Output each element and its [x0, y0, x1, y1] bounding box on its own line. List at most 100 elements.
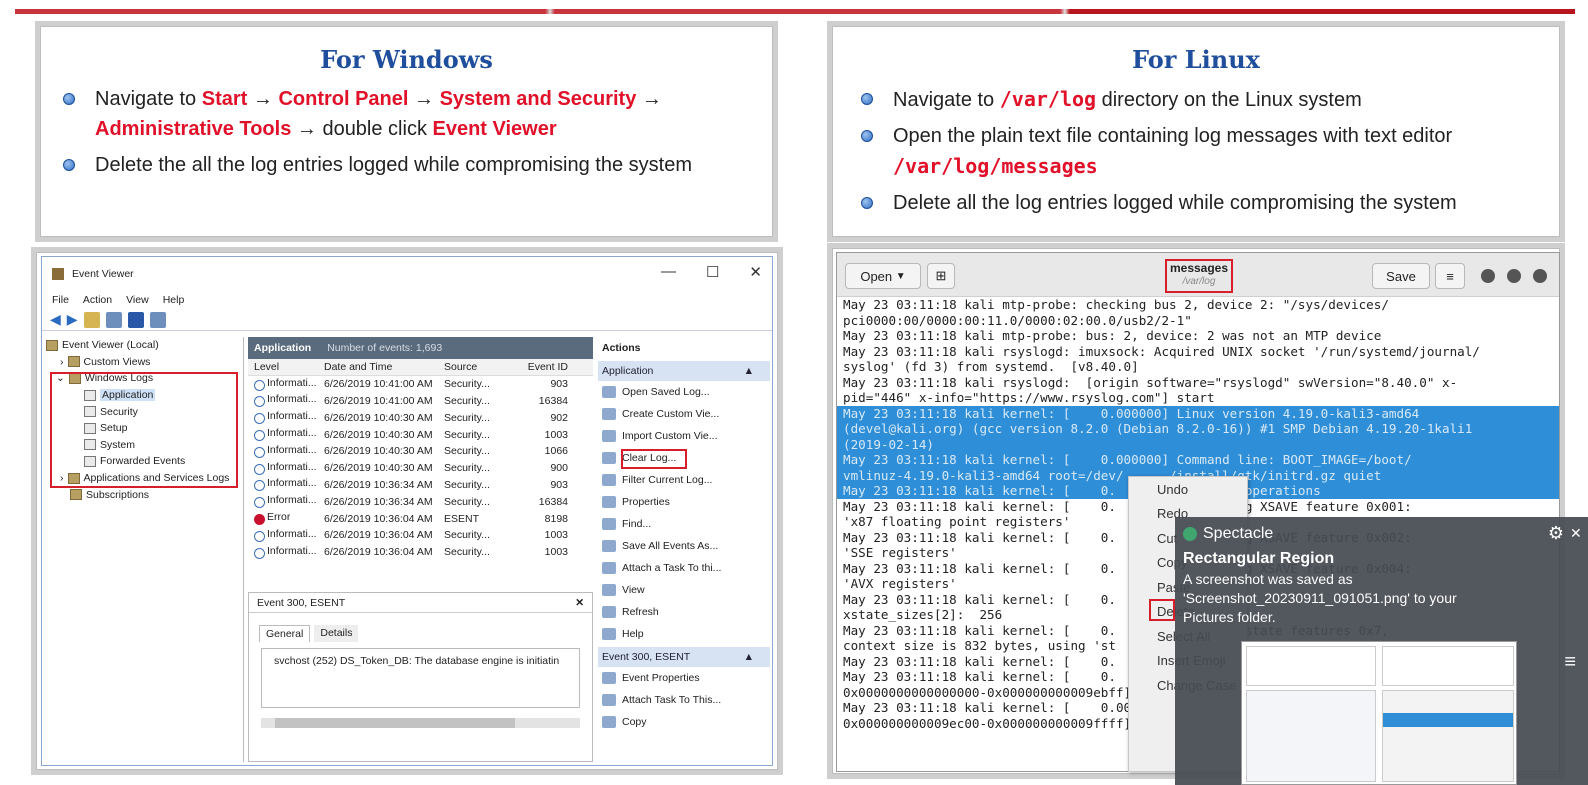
- actions-section-event[interactable]: Event 300, ESENT ▲: [598, 647, 770, 667]
- action-item[interactable]: Save All Events As...: [598, 535, 770, 557]
- table-row[interactable]: Informati... 6/26/2019 10:41:00 AM Securit…: [248, 376, 593, 393]
- maximize-icon[interactable]: [1507, 269, 1521, 283]
- table-header: Level Date and Time Source Event ID: [248, 359, 593, 376]
- log-line: pid="446" x-info="https://www.rsyslog.co…: [843, 390, 1215, 405]
- tree-event-viewer-local[interactable]: Event Viewer (Local): [46, 337, 243, 354]
- overflow-menu-icon[interactable]: ≡: [1564, 651, 1576, 674]
- collapse-icon[interactable]: ▲: [744, 365, 754, 377]
- action-item[interactable]: Attach a Task To thi...: [598, 557, 770, 579]
- action-item[interactable]: Open Saved Log...: [598, 381, 770, 403]
- table-row[interactable]: Informati... 6/26/2019 10:40:30 AM Securit…: [248, 409, 593, 426]
- maximize-icon[interactable]: ☐: [706, 263, 719, 281]
- menu-view[interactable]: View: [126, 294, 149, 306]
- log-line: May 23 03:11:18 kali mtp-probe: bus: 2, …: [843, 328, 1382, 343]
- col-event-id[interactable]: Event ID: [508, 361, 568, 373]
- screenshot-thumbnail[interactable]: [1241, 641, 1517, 785]
- action-icon: [602, 540, 616, 552]
- windows-bullet-2: Delete the all the log entries logged wh…: [63, 150, 732, 180]
- table-row[interactable]: Informati... 6/26/2019 10:36:04 AM Securit…: [248, 527, 593, 544]
- action-item[interactable]: Copy: [598, 711, 770, 733]
- new-document-icon: ⊞: [935, 268, 947, 283]
- bullet-icon: [63, 93, 75, 105]
- gear-icon[interactable]: ⚙: [1548, 523, 1564, 544]
- table-row[interactable]: Informati... 6/26/2019 10:36:34 AM Securit…: [248, 493, 593, 510]
- tree-subscriptions[interactable]: Subscriptions: [46, 486, 243, 503]
- table-row[interactable]: Informati... 6/26/2019 10:36:34 AM Securit…: [248, 477, 593, 494]
- info-icon: [254, 396, 265, 408]
- table-row[interactable]: Informati... 6/26/2019 10:36:04 AM Securit…: [248, 544, 593, 561]
- actions-section-application[interactable]: Application ▲: [598, 361, 770, 381]
- menu-file[interactable]: File: [52, 294, 69, 306]
- menu-help[interactable]: Help: [163, 294, 185, 306]
- open-button[interactable]: Open ▼: [845, 263, 921, 289]
- tree-custom-views[interactable]: › Custom Views: [46, 354, 243, 371]
- bullet-icon: [861, 93, 873, 105]
- help-icon[interactable]: [127, 311, 144, 328]
- window-title: Event Viewer: [72, 268, 134, 280]
- action-item[interactable]: Event Properties: [598, 667, 770, 689]
- horizontal-scrollbar[interactable]: [261, 718, 580, 728]
- action-icon: [602, 452, 616, 464]
- table-row[interactable]: Informati... 6/26/2019 10:40:30 AM Securit…: [248, 426, 593, 443]
- forward-arrow-icon[interactable]: ▶: [67, 311, 78, 328]
- tab-details[interactable]: Details: [314, 625, 359, 642]
- minimize-icon[interactable]: —: [661, 263, 676, 281]
- panel-icon[interactable]: [105, 311, 122, 328]
- linux-title: For Linux: [1132, 45, 1260, 74]
- close-icon[interactable]: [1533, 269, 1547, 283]
- menu-action[interactable]: Action: [83, 294, 112, 306]
- toolbar: ◀ ▶: [42, 309, 772, 331]
- table-row[interactable]: Informati... 6/26/2019 10:41:00 AM Securit…: [248, 393, 593, 410]
- action-item[interactable]: Import Custom Vie...: [598, 425, 770, 447]
- event-detail-pane: Event 300, ESENT ✕ General Details svcho…: [248, 592, 593, 762]
- table-row[interactable]: Informati... 6/26/2019 10:40:30 AM Securit…: [248, 443, 593, 460]
- close-icon[interactable]: ✕: [1570, 525, 1580, 542]
- table-row[interactable]: Informati... 6/26/2019 10:40:30 AM Securit…: [248, 460, 593, 477]
- collapse-icon[interactable]: ▲: [744, 651, 754, 663]
- detail-text: svchost (252) DS_Token_DB: The database …: [274, 655, 560, 667]
- save-button[interactable]: Save: [1372, 263, 1430, 289]
- action-item[interactable]: Attach Task To This...: [598, 689, 770, 711]
- windows-logs-highlight: [50, 372, 238, 488]
- minimize-icon[interactable]: [1481, 269, 1495, 283]
- col-level[interactable]: Level: [248, 361, 324, 373]
- action-item[interactable]: View: [598, 579, 770, 601]
- close-icon[interactable]: ✕: [749, 263, 762, 281]
- back-arrow-icon[interactable]: ◀: [50, 311, 61, 328]
- table-row[interactable]: Error 6/26/2019 10:36:04 AM ESENT 8198: [248, 510, 593, 527]
- menu-icon: ≡: [1446, 268, 1454, 284]
- folder-icon: [67, 356, 80, 368]
- info-icon: [254, 547, 265, 559]
- actions-title: Actions: [602, 342, 641, 354]
- action-item[interactable]: Refresh: [598, 601, 770, 623]
- action-item[interactable]: Filter Current Log...: [598, 469, 770, 491]
- action-item[interactable]: Properties: [598, 491, 770, 513]
- action-item[interactable]: Create Custom Vie...: [598, 403, 770, 425]
- delete-highlight: [1149, 599, 1175, 621]
- view-icon[interactable]: [149, 311, 166, 328]
- context-menu-item[interactable]: Undo: [1129, 477, 1247, 502]
- folder-icon[interactable]: [83, 311, 100, 328]
- windows-bullet-1: Navigate to Start → Control Panel → Syst…: [63, 84, 732, 144]
- action-item[interactable]: Find...: [598, 513, 770, 535]
- info-icon: [254, 480, 265, 492]
- new-tab-button[interactable]: ⊞: [927, 263, 955, 289]
- thumb-windows-panel: [1246, 646, 1376, 686]
- action-item[interactable]: Help: [598, 623, 770, 645]
- col-date[interactable]: Date and Time: [324, 361, 444, 373]
- log-line: (2019-02-14): [837, 436, 1559, 452]
- bullet-icon: [861, 197, 873, 209]
- log-line: May 23 03:11:18 kali mtp-probe: checking…: [843, 297, 1389, 312]
- chevron-right-icon[interactable]: ›: [60, 356, 64, 368]
- actions-pane: Actions Application ▲ Open Saved Log... Cr…: [598, 337, 770, 733]
- tab-general[interactable]: General: [259, 625, 311, 642]
- log-line: May 23 03:11:18 kali rsyslogd: imuxsock:…: [843, 343, 1480, 359]
- detail-header: Event 300, ESENT ✕: [249, 593, 592, 613]
- col-source[interactable]: Source: [444, 361, 508, 373]
- hamburger-menu-button[interactable]: ≡: [1435, 263, 1465, 289]
- chevron-down-icon: ▼: [895, 270, 906, 282]
- close-icon[interactable]: ✕: [575, 597, 584, 609]
- linux-bullets: Navigate to /var/log directory on the Li…: [833, 74, 1559, 218]
- log-line: (devel@kali.org) (gcc version 8.2.0 (Deb…: [837, 421, 1559, 437]
- notification-app: Spectacle: [1203, 524, 1274, 542]
